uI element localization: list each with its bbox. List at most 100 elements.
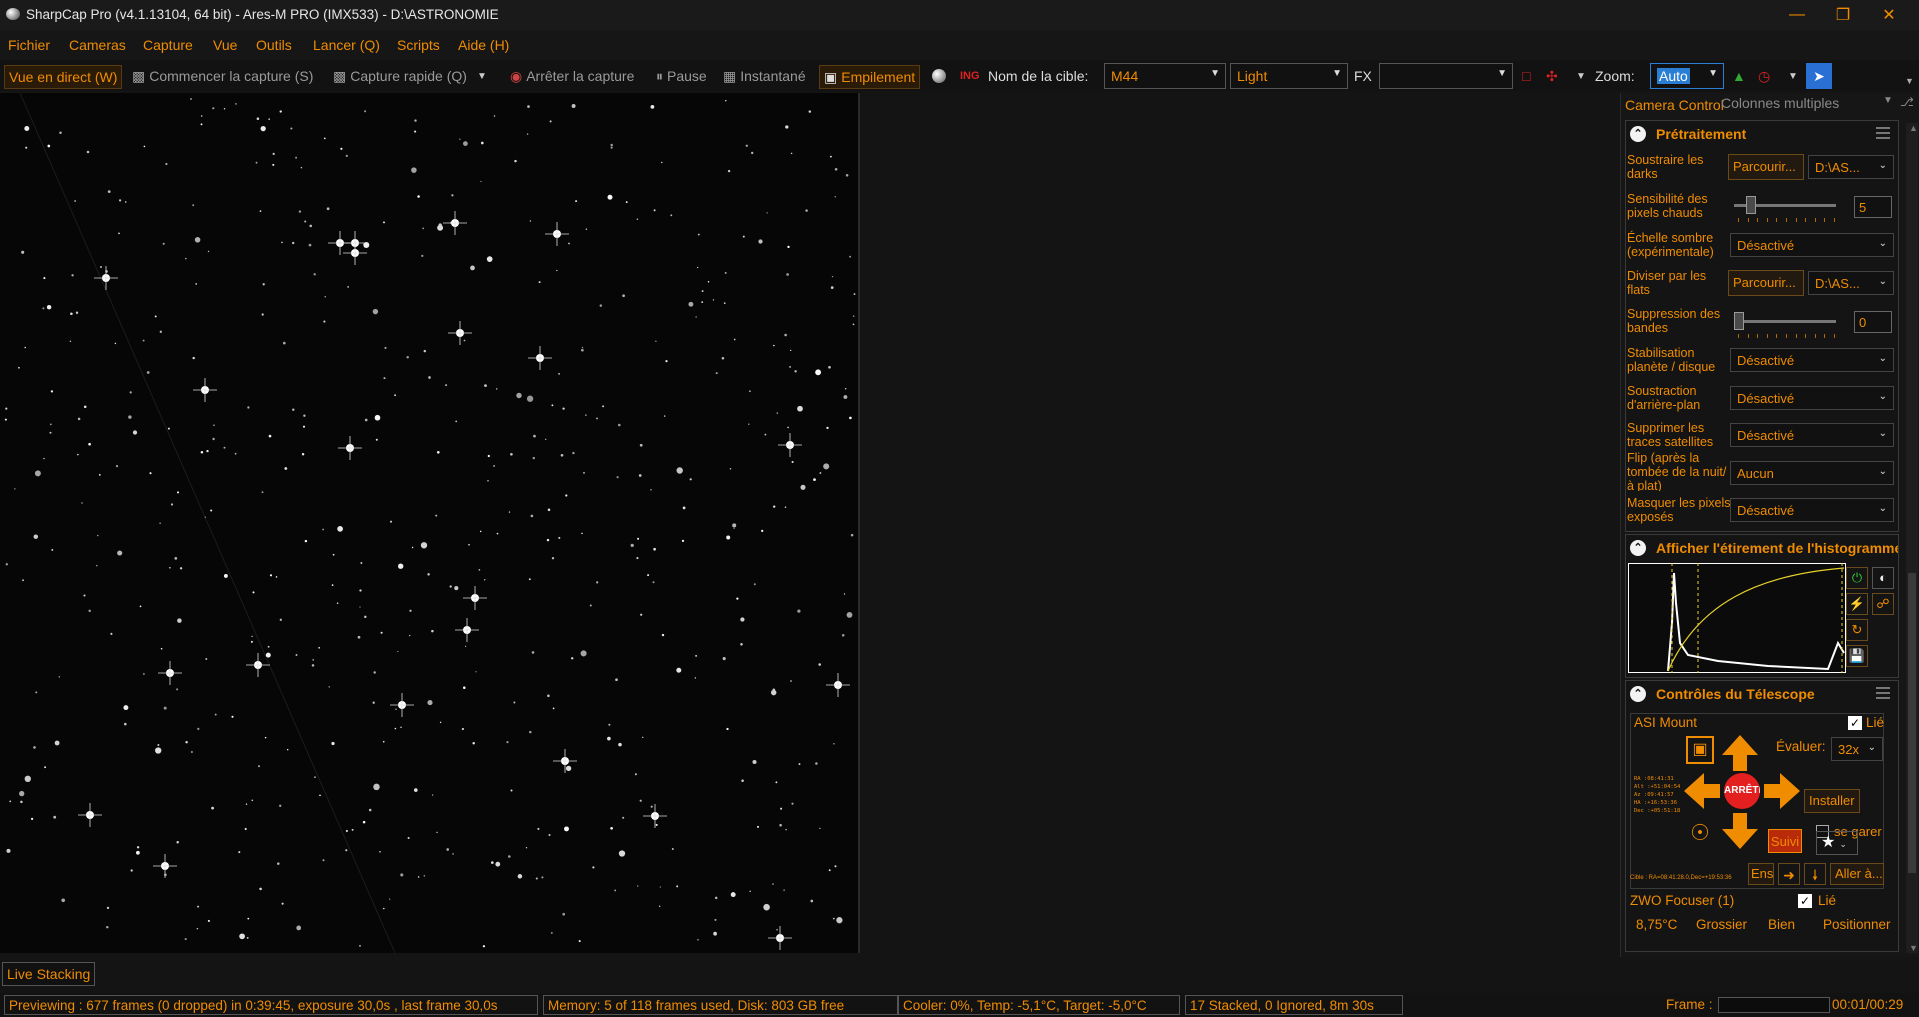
collapse-icon[interactable]: ⌃ <box>1630 126 1646 142</box>
quick-capture-button[interactable]: ▩ Capture rapide (Q) ▼ <box>333 65 487 87</box>
histogram-icon[interactable]: ▲ <box>1732 65 1746 87</box>
histogram-header[interactable]: ⌃ Afficher l'étirement de l'histogramme <box>1626 535 1898 561</box>
stabilisation-combo[interactable]: Désactivé ⌄ <box>1730 348 1894 372</box>
goto-button[interactable]: Aller à... <box>1830 863 1884 885</box>
ing-icon[interactable]: ING <box>960 65 980 87</box>
mask-pixels-combo[interactable]: Désactivé ⌄ <box>1730 498 1894 522</box>
restore-icon[interactable]: ❐ <box>1820 0 1866 30</box>
power-icon[interactable]: ⏻ <box>1846 567 1868 589</box>
chevron-down-icon[interactable]: ▼ <box>1788 65 1798 87</box>
live-stacking-tab[interactable]: Live Stacking <box>2 962 96 986</box>
dark-scale-label: Échelle sombre (expérimentale) <box>1627 231 1714 259</box>
lock-icon[interactable]: ☍ <box>1872 593 1894 615</box>
frame-type-value: Light <box>1237 68 1268 84</box>
banding-value[interactable]: 0 <box>1854 311 1892 333</box>
flip-combo[interactable]: Aucun ⌄ <box>1730 461 1894 485</box>
target-icon[interactable]: ☉ <box>1686 819 1714 847</box>
image-view[interactable] <box>0 93 860 953</box>
contrast-icon[interactable]: ◐ <box>1872 567 1894 589</box>
memory-status: Memory: 5 of 118 frames used, Disk: 803 … <box>543 995 898 1015</box>
background-sub-label: Soustraction d'arrière-plan <box>1627 384 1701 412</box>
east-arrow-icon[interactable] <box>1762 771 1802 811</box>
background-sub-combo[interactable]: Désactivé ⌄ <box>1730 386 1894 410</box>
dark-scale-combo[interactable]: Désactivé ⌄ <box>1730 233 1894 257</box>
dark-scale-value: Désactivé <box>1737 238 1795 253</box>
banding-slider[interactable] <box>1730 310 1842 344</box>
collapse-icon[interactable]: ⌃ <box>1630 540 1646 556</box>
live-view-button[interactable]: Vue en direct (W) <box>4 65 123 89</box>
menu-fichier[interactable]: Fichier <box>8 37 50 53</box>
focuser-linked-checkbox[interactable]: ✓ <box>1798 894 1812 908</box>
dark-browse-button[interactable]: Parcourir... <box>1728 154 1804 180</box>
reset-icon[interactable]: ↻ <box>1846 619 1868 641</box>
menu-icon[interactable] <box>1876 687 1890 702</box>
toolbar-overflow-icon[interactable]: ▼ <box>1905 70 1914 92</box>
pane-chevron-icon[interactable]: ▼ <box>1883 95 1893 106</box>
frame-type-combo[interactable]: Light ▼ <box>1230 63 1348 89</box>
telescope-header[interactable]: ⌃ Contrôles du Télescope <box>1626 681 1898 707</box>
menu-capture[interactable]: Capture <box>143 37 193 53</box>
reticle-icon[interactable]: ✣ <box>1546 65 1558 87</box>
pane-scrollbar[interactable]: ▲ ▼ <box>1906 123 1918 953</box>
west-arrow-icon[interactable] <box>1682 771 1722 811</box>
menu-scripts[interactable]: Scripts <box>397 37 440 53</box>
timer-icon[interactable]: ◷ <box>1758 65 1770 87</box>
histogram-title: Afficher l'étirement de l'histogramme <box>1656 540 1899 556</box>
menu-aide[interactable]: Aide (H) <box>458 37 509 53</box>
mount-readout: RA :08:41:31 Alt :+51:04:54 Az :09:41:57 HA… <box>1634 776 1681 814</box>
tab-camera-control[interactable]: Camera Control <box>1625 97 1724 113</box>
chevron-down-icon[interactable]: ▼ <box>1576 65 1586 87</box>
satellite-combo[interactable]: Désactivé ⌄ <box>1730 423 1894 447</box>
snapshot-label: Instantané <box>740 68 806 84</box>
chevron-down-icon[interactable]: ▼ <box>477 71 487 82</box>
histogram-chart[interactable] <box>1628 563 1846 673</box>
planet-icon[interactable] <box>932 65 946 87</box>
chevron-down-icon: ⌄ <box>1878 276 1887 287</box>
frame-label: Frame : <box>1666 997 1713 1012</box>
menu-outils[interactable]: Outils <box>256 37 292 53</box>
hot-pixel-value[interactable]: 5 <box>1854 196 1892 218</box>
right-arrow-icon[interactable]: ➜ <box>1778 863 1800 885</box>
fx-combo[interactable]: ▼ <box>1379 63 1513 89</box>
install-button[interactable]: Installer <box>1804 789 1860 813</box>
snapshot-button[interactable]: ▦ Instantané <box>723 65 806 87</box>
flat-browse-button[interactable]: Parcourir... <box>1728 270 1804 296</box>
menu-vue[interactable]: Vue <box>213 37 237 53</box>
lightning-icon[interactable]: ⚡ <box>1846 593 1868 615</box>
target-name-combo[interactable]: M44 ▼ <box>1104 63 1226 89</box>
preprocessing-header[interactable]: ⌃ Prétraitement <box>1626 121 1898 147</box>
menu-cameras[interactable]: Cameras <box>69 37 126 53</box>
hot-pixel-slider[interactable] <box>1730 194 1842 228</box>
down-arrow-icon[interactable]: 🠗 <box>1804 863 1826 885</box>
start-capture-button[interactable]: ▩ Commencer la capture (S) <box>132 65 313 87</box>
south-arrow-icon[interactable] <box>1720 811 1760 851</box>
north-arrow-icon[interactable] <box>1720 733 1760 773</box>
ens-button[interactable]: Ens <box>1748 863 1774 885</box>
collapse-icon[interactable]: ⌃ <box>1630 686 1646 702</box>
spiral-search-icon[interactable]: ▣ <box>1686 736 1714 764</box>
save-icon[interactable]: 💾 <box>1846 645 1868 667</box>
minimize-icon[interactable]: — <box>1774 0 1820 30</box>
selection-icon[interactable]: □ <box>1522 65 1530 87</box>
zoom-combo[interactable]: Auto ▼ <box>1650 63 1724 89</box>
tracking-button[interactable]: Suivi <box>1768 829 1802 853</box>
mount-linked-checkbox[interactable]: ✓ <box>1848 716 1862 730</box>
stacking-button[interactable]: ▣ Empilement <box>819 65 921 89</box>
stop-button[interactable]: ARRÊTER <box>1724 773 1760 809</box>
close-icon[interactable]: ✕ <box>1866 0 1912 30</box>
star-icon[interactable]: ★ ⌄ <box>1816 831 1858 855</box>
stop-capture-button[interactable]: ◉ Arrêter la capture <box>510 65 634 87</box>
tab-multi-columns[interactable]: Colonnes multiples <box>1721 95 1839 111</box>
pin-icon[interactable]: ➤ <box>1806 63 1832 89</box>
rate-combo[interactable]: 32x ⌄ <box>1831 737 1883 761</box>
menu-lancer[interactable]: Lancer (Q) <box>313 37 380 53</box>
pause-button[interactable]: ⏸ Pause <box>656 65 707 87</box>
camera-icon: ▩ <box>333 67 347 84</box>
menu-icon[interactable] <box>1876 127 1890 142</box>
telescope-title: Contrôles du Télescope <box>1656 686 1815 702</box>
flat-path-combo[interactable]: D:\AS... ⌄ <box>1808 271 1894 295</box>
dark-path-combo[interactable]: D:\AS... ⌄ <box>1808 155 1894 179</box>
title-bar: SharpCap Pro (v4.1.13104, 64 bit) - Ares… <box>0 0 1919 30</box>
pane-pin-icon[interactable]: ⎇ <box>1900 95 1914 109</box>
stop-capture-label: Arrêter la capture <box>526 68 635 84</box>
